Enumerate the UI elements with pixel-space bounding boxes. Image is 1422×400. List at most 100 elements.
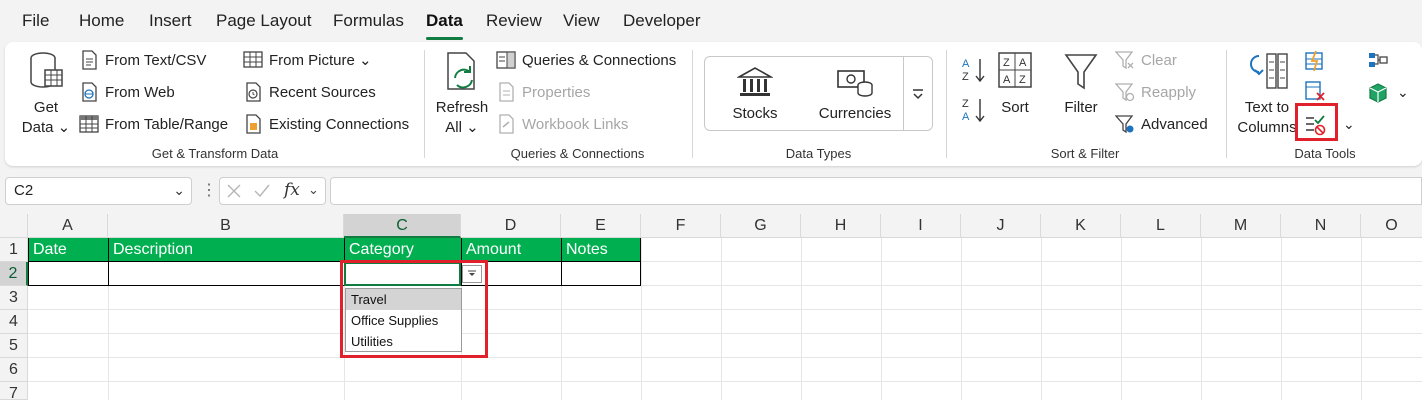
row-header-5[interactable]: 5: [0, 334, 28, 358]
sort-z-a-button[interactable]: ZA: [961, 96, 987, 129]
from-web-button[interactable]: From Web: [79, 82, 175, 102]
properties-button[interactable]: Properties: [496, 82, 590, 102]
data-types-group-label: Data Types: [785, 146, 852, 161]
svg-text:A: A: [962, 58, 970, 70]
column-header-b[interactable]: B: [108, 214, 344, 238]
header-cell-category[interactable]: Category: [345, 238, 462, 262]
row-header-4[interactable]: 4: [0, 310, 28, 334]
column-header-m[interactable]: M: [1201, 214, 1281, 238]
column-header-f[interactable]: F: [641, 214, 721, 238]
data-types-more-button[interactable]: [903, 57, 932, 130]
stocks-label: Stocks: [732, 105, 778, 122]
tab-home[interactable]: Home: [79, 11, 124, 31]
tab-formulas[interactable]: Formulas: [333, 11, 404, 31]
column-header-a[interactable]: A: [28, 214, 108, 238]
sort-filter-group-label: Sort & Filter: [1050, 146, 1120, 161]
stocks-button[interactable]: Stocks: [705, 65, 805, 122]
header-cell-date[interactable]: Date: [29, 238, 109, 262]
chevron-down-icon[interactable]: ⌄: [173, 182, 185, 199]
svg-text:Z: Z: [1019, 74, 1026, 86]
tab-data[interactable]: Data: [426, 11, 463, 40]
svg-text:A: A: [962, 111, 970, 123]
tab-page-layout[interactable]: Page Layout: [216, 11, 311, 31]
column-header-e[interactable]: E: [561, 214, 641, 238]
row-header-3[interactable]: 3: [0, 286, 28, 310]
more-options-icon[interactable]: ⋮: [201, 180, 217, 200]
column-header-c[interactable]: C: [344, 214, 461, 238]
chevron-down-icon[interactable]: ⌄: [1343, 116, 1355, 133]
insert-function-icon[interactable]: fx: [284, 180, 300, 200]
cell-b2[interactable]: [109, 262, 345, 286]
cancel-icon[interactable]: [226, 183, 242, 199]
tab-developer[interactable]: Developer: [623, 11, 701, 31]
enter-check-icon[interactable]: [253, 183, 271, 199]
sort-a-z-button[interactable]: AZ: [961, 56, 987, 89]
refresh-label-2: All ⌄: [445, 119, 479, 136]
header-cell-amount[interactable]: Amount: [462, 238, 562, 262]
consolidate-button[interactable]: [1367, 50, 1389, 77]
expand-gallery-icon: [913, 88, 923, 99]
formula-input[interactable]: [330, 177, 1422, 205]
gridline: [961, 238, 962, 400]
separator: [424, 50, 425, 158]
tab-insert[interactable]: Insert: [149, 11, 192, 31]
cell-a2[interactable]: [29, 262, 109, 286]
column-header-n[interactable]: N: [1281, 214, 1361, 238]
column-header-l[interactable]: L: [1121, 214, 1201, 238]
existing-connections-button[interactable]: Existing Connections: [243, 114, 409, 134]
column-header-k[interactable]: K: [1041, 214, 1121, 238]
tab-review[interactable]: Review: [486, 11, 542, 31]
column-header-g[interactable]: G: [721, 214, 801, 238]
text-file-icon: [82, 50, 97, 70]
gridline: [1361, 238, 1362, 400]
clear-filter-icon: [1115, 51, 1134, 70]
cell-e2[interactable]: [562, 262, 641, 286]
header-cell-notes[interactable]: Notes: [562, 238, 641, 262]
tab-file[interactable]: File: [22, 11, 49, 31]
svg-text:A: A: [1019, 57, 1027, 69]
data-model-button[interactable]: [1367, 82, 1389, 109]
spreadsheet-grid[interactable]: A B C D E F G H I J K L M N O 1 2 3 4 5 …: [0, 214, 1422, 400]
advanced-filter-button[interactable]: Advanced: [1115, 114, 1208, 134]
from-picture-button[interactable]: From Picture ⌄: [243, 50, 372, 70]
column-header-o[interactable]: O: [1361, 214, 1422, 238]
get-transform-group-label: Get & Transform Data: [151, 146, 279, 161]
text-to-columns-icon: [1250, 53, 1288, 89]
column-header-d[interactable]: D: [461, 214, 561, 238]
chevron-down-icon[interactable]: ⌄: [1397, 84, 1409, 101]
name-box[interactable]: C2 ⌄: [5, 177, 192, 205]
row-header-7[interactable]: 7: [0, 382, 28, 400]
select-all-corner[interactable]: [0, 214, 28, 238]
filter-button[interactable]: Filter: [1059, 50, 1103, 118]
column-header-h[interactable]: H: [801, 214, 881, 238]
clear-filter-button[interactable]: Clear: [1115, 50, 1177, 70]
flash-fill-button[interactable]: [1304, 50, 1326, 77]
data-model-icon: [1369, 83, 1387, 103]
text-to-columns-label-1: Text to: [1244, 99, 1290, 116]
sort-button[interactable]: ZA AZ Sort: [992, 50, 1038, 118]
column-header-i[interactable]: I: [881, 214, 961, 238]
column-header-j[interactable]: J: [961, 214, 1041, 238]
tab-view[interactable]: View: [563, 11, 600, 31]
row-header-2[interactable]: 2: [0, 262, 28, 286]
header-cell-description[interactable]: Description: [109, 238, 345, 262]
get-data-button[interactable]: Get Data ⌄: [19, 50, 73, 138]
refresh-all-button[interactable]: Refresh All ⌄: [434, 50, 490, 138]
remove-duplicates-icon: [1305, 81, 1325, 101]
data-validation-highlight: [1295, 103, 1338, 141]
row-header-6[interactable]: 6: [0, 358, 28, 382]
workbook-links-button[interactable]: Workbook Links: [496, 114, 628, 134]
svg-text:Z: Z: [962, 71, 969, 83]
gridline: [881, 238, 882, 400]
recent-sources-button[interactable]: Recent Sources: [243, 82, 376, 102]
row-header-1[interactable]: 1: [0, 238, 28, 262]
reapply-button[interactable]: Reapply: [1115, 82, 1196, 102]
currencies-button[interactable]: Currencies: [805, 65, 905, 122]
from-table-range-button[interactable]: From Table/Range: [79, 114, 228, 134]
text-to-columns-button[interactable]: Text to Columns: [1233, 50, 1301, 138]
queries-connections-button[interactable]: Queries & Connections: [496, 50, 676, 70]
from-text-csv-button[interactable]: From Text/CSV: [79, 50, 206, 70]
sort-dialog-icon: ZA AZ: [998, 52, 1032, 88]
reapply-icon: [1115, 83, 1135, 102]
chevron-down-icon[interactable]: ⌄: [308, 182, 319, 198]
